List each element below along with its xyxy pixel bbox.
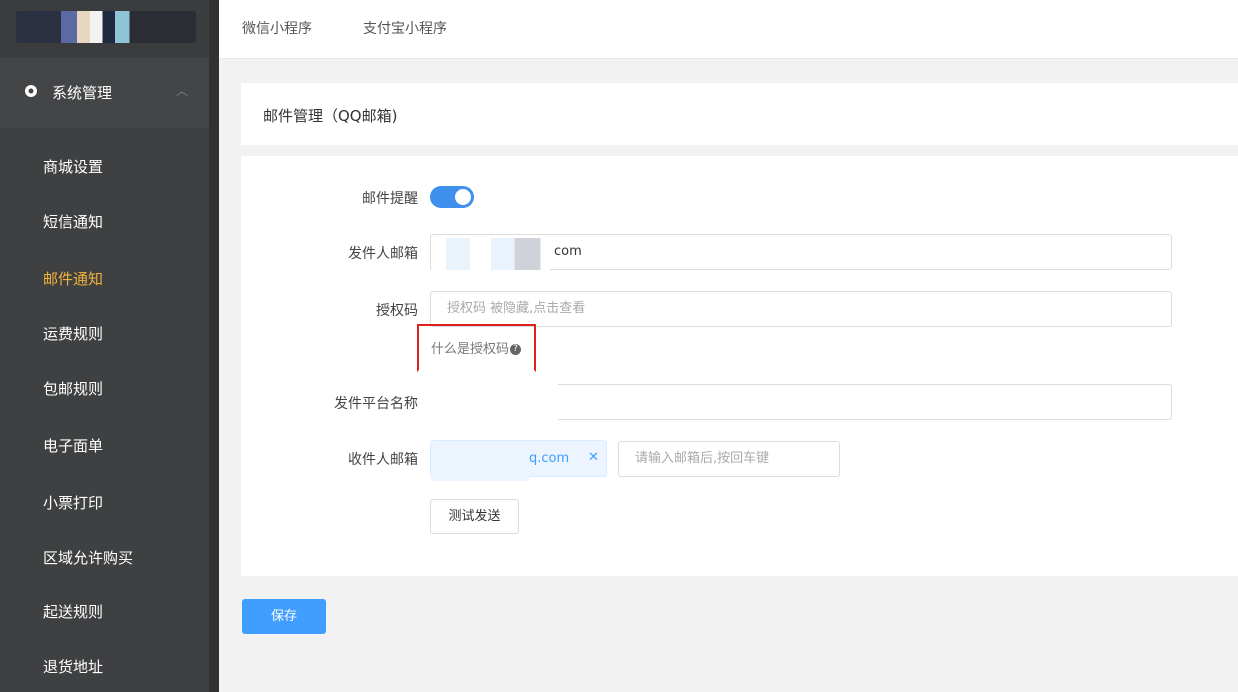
platform-name-label: 发件平台名称 [334, 396, 418, 412]
chevron-up-icon: ︿ [176, 84, 189, 98]
card-header: 邮件管理（QQ邮箱) [241, 83, 1238, 145]
menu-group-system[interactable]: 系统管理 ︿ [0, 58, 209, 128]
top-tab-bar: 微信小程序 支付宝小程序 [219, 0, 1238, 59]
card-title: 邮件管理（QQ邮箱) [263, 107, 398, 125]
recipient-email-label: 收件人邮箱 [348, 452, 418, 468]
tab-wechat-miniprogram[interactable]: 微信小程序 [242, 18, 312, 38]
recipient-email-tag: q.com ✕ [430, 440, 607, 481]
sidebar-item-receipt-print[interactable]: 小票打印 [43, 492, 103, 513]
recipient-email-input[interactable]: 请输入邮箱后,按回车键 [618, 441, 840, 477]
menu-group-title: 系统管理 [52, 84, 113, 102]
sidebar-item-region-purchase[interactable]: 区域允许购买 [43, 547, 133, 568]
redacted-tag-region [431, 441, 529, 481]
save-button[interactable]: 保存 [242, 599, 326, 634]
sidebar-item-return-address[interactable]: 退货地址 [43, 656, 103, 677]
sender-email-value: com [554, 244, 582, 259]
auth-code-label: 授权码 [376, 303, 418, 319]
redacted-region-2 [430, 372, 558, 420]
form-card [241, 156, 1238, 576]
sidebar-item-free-shipping[interactable]: 包邮规则 [43, 378, 103, 399]
recipient-email-tag-text: q.com [529, 451, 570, 466]
sender-email-label: 发件人邮箱 [348, 246, 418, 262]
sidebar-item-mall-settings[interactable]: 商城设置 [43, 156, 103, 177]
sidebar-item-sms[interactable]: 短信通知 [43, 211, 103, 232]
auth-code-help-link[interactable]: 什么是授权码? [431, 338, 522, 357]
gear-icon [25, 85, 37, 97]
auth-code-help-text: 什么是授权码 [431, 342, 510, 357]
auth-code-input[interactable]: 授权码 被隐藏,点击查看 [430, 291, 1172, 327]
redacted-region [432, 238, 550, 270]
email-alert-label: 邮件提醒 [362, 191, 418, 207]
sidebar-item-e-waybill[interactable]: 电子面单 [43, 435, 103, 456]
tab-alipay-miniprogram[interactable]: 支付宝小程序 [363, 18, 447, 38]
sidebar-item-min-order[interactable]: 起送规则 [43, 601, 103, 622]
sidebar-scroll-strip [209, 0, 219, 692]
logo [16, 11, 196, 43]
test-send-button[interactable]: 测试发送 [430, 499, 519, 534]
sidebar-item-freight[interactable]: 运费规则 [43, 323, 103, 344]
sidebar-item-email[interactable]: 邮件通知 [43, 268, 103, 289]
question-icon: ? [510, 344, 522, 355]
email-alert-toggle[interactable] [430, 186, 474, 208]
logo-area [0, 0, 209, 58]
toggle-knob [455, 189, 471, 205]
close-icon[interactable]: ✕ [588, 450, 599, 465]
